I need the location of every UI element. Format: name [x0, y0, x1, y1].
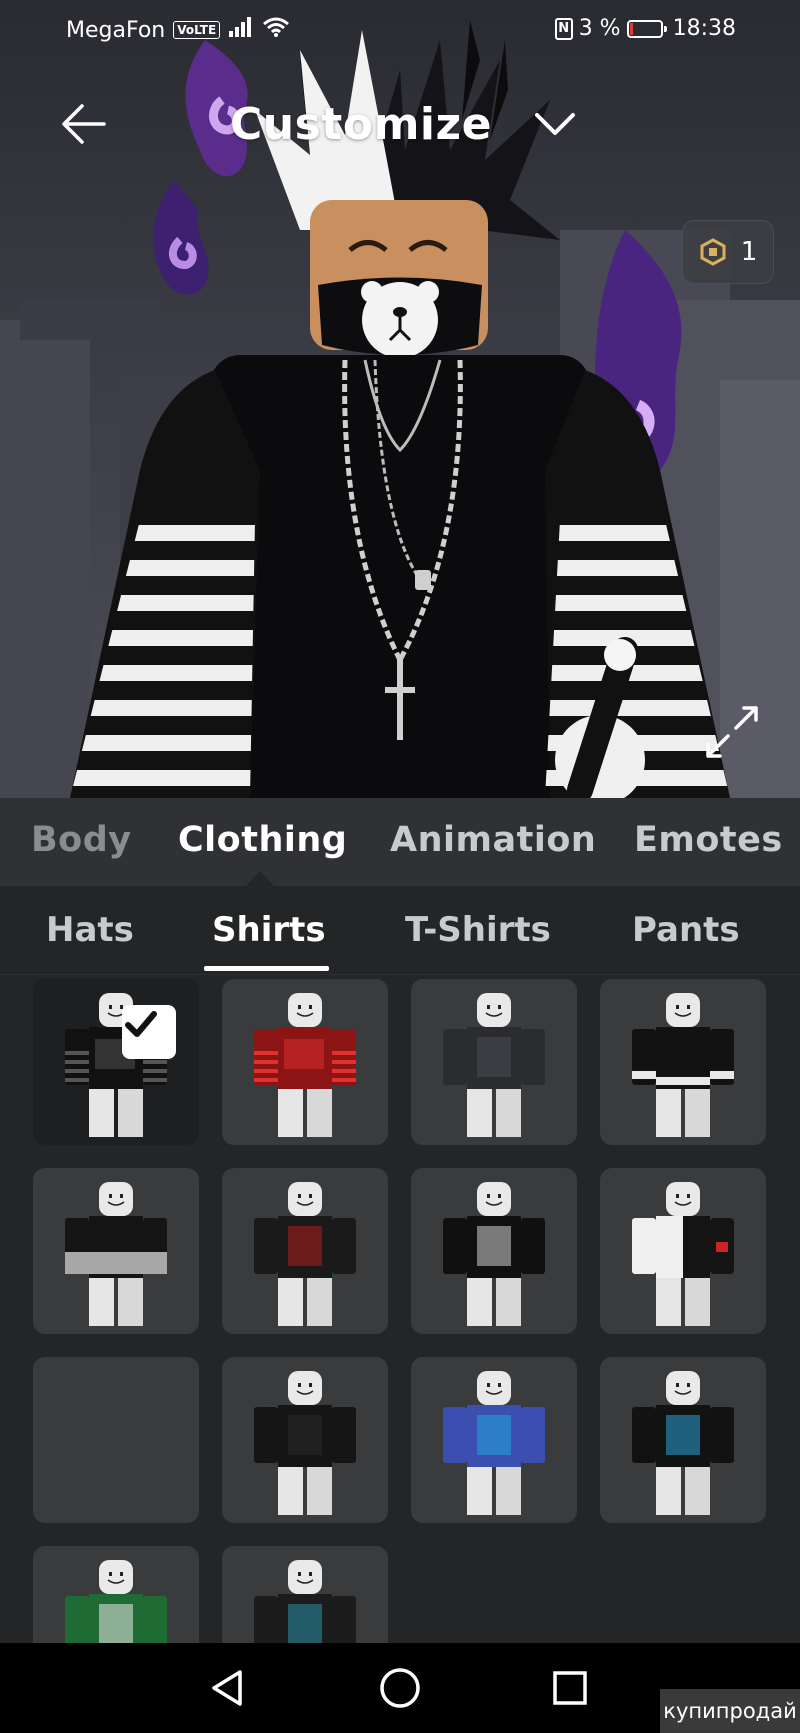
status-right: N 3 % 18:38 [554, 16, 736, 41]
subtab-t-shirts[interactable]: T-Shirts [405, 910, 551, 950]
avatar-viewport[interactable]: MegaFon VoLTE N 3 % 18:38 Customize 1 [0, 0, 800, 798]
subtab-shirts[interactable]: Shirts [212, 910, 326, 950]
shirt-thumbnail [443, 1182, 545, 1326]
robux-icon [700, 238, 726, 266]
shirt-thumbnail [65, 1182, 167, 1326]
back-button[interactable] [52, 92, 116, 156]
tab-animation[interactable]: Animation [390, 820, 596, 860]
status-left: MegaFon VoLTE [66, 16, 290, 44]
watermark: купипродай [660, 1689, 800, 1733]
item-card-shirt-black-jacket[interactable] [222, 1546, 388, 1643]
robux-count: 1 [740, 237, 758, 267]
chevron-down-icon [534, 113, 575, 135]
item-card-shirt-black-blue-tee[interactable] [600, 1357, 766, 1523]
square-recents-icon [553, 1671, 587, 1705]
shirt-thumbnail [443, 1371, 545, 1515]
item-card-shirt-black-white-cuffs[interactable] [600, 979, 766, 1145]
nav-home-button[interactable] [375, 1663, 425, 1713]
tab-clothing[interactable]: Clothing [178, 820, 347, 860]
shirt-thumbnail [65, 993, 167, 1137]
item-card-shirt-blue-plaid[interactable] [411, 1357, 577, 1523]
volte-badge: VoLTE [173, 21, 221, 39]
shirt-thumbnail [632, 1371, 734, 1515]
item-card-shirt-dark-camo[interactable] [411, 979, 577, 1145]
shirt-thumbnail [632, 993, 734, 1137]
selected-badge [122, 1005, 176, 1059]
shirt-thumbnail [254, 1371, 356, 1515]
item-card-shirt-black-striped[interactable] [33, 979, 199, 1145]
subcategory-tabs: Hats Shirts T-Shirts Pants [0, 886, 800, 975]
item-card-shirt-black-plain[interactable] [222, 1357, 388, 1523]
page-title: Customize [230, 98, 492, 150]
subtab-hats[interactable]: Hats [46, 910, 134, 950]
status-bar: MegaFon VoLTE N 3 % 18:38 [0, 0, 800, 60]
item-card-shirt-red-flames[interactable] [222, 979, 388, 1145]
tab-body[interactable]: Body [31, 820, 132, 860]
clock: 18:38 [672, 16, 736, 41]
expand-arrows-icon [706, 706, 758, 758]
arrow-left-icon [62, 104, 106, 144]
shirt-thumbnail [632, 1182, 734, 1326]
nav-recents-button[interactable] [545, 1663, 595, 1713]
robux-balance[interactable]: 1 [682, 220, 774, 284]
shirt-thumbnail [65, 1560, 167, 1643]
nfc-icon: N [554, 17, 573, 40]
tab-emotes[interactable]: Emotes [634, 820, 783, 860]
expand-view-button[interactable] [700, 700, 764, 764]
item-card-shirt-black-fade[interactable] [33, 1168, 199, 1334]
item-card-shirt-green-jersey[interactable] [33, 1546, 199, 1643]
category-tabs: Body Clothing Animation Emotes [0, 798, 800, 886]
item-grid [0, 975, 800, 1643]
subtab-pants[interactable]: Pants [632, 910, 740, 950]
item-card-shirt-black-graphic[interactable] [411, 1168, 577, 1334]
battery-percent: 3 % [578, 16, 621, 41]
triangle-back-icon [212, 1670, 242, 1706]
customize-screen: MegaFon VoLTE N 3 % 18:38 Customize 1 Bo… [0, 0, 800, 1733]
shirt-thumbnail [254, 1560, 356, 1643]
battery-icon [626, 19, 667, 38]
title-dropdown[interactable]: Customize [230, 92, 576, 156]
checkmark-icon [125, 1011, 157, 1037]
item-card-shirt-white-black-split[interactable] [600, 1168, 766, 1334]
active-tab-pointer [246, 871, 274, 886]
item-card-shirt-red-camo[interactable] [222, 1168, 388, 1334]
shirt-thumbnail [254, 993, 356, 1137]
nav-back-button[interactable] [203, 1663, 253, 1713]
shirt-thumbnail [443, 993, 545, 1137]
system-nav-bar: купипродай [0, 1643, 800, 1733]
circle-home-icon [380, 1668, 420, 1708]
active-subtab-underline [204, 966, 329, 971]
carrier-label: MegaFon [66, 17, 166, 43]
wifi-icon [262, 16, 290, 44]
shirt-thumbnail [254, 1182, 356, 1326]
signal-icon [228, 16, 254, 44]
item-card-shirt-loading[interactable] [33, 1357, 199, 1523]
